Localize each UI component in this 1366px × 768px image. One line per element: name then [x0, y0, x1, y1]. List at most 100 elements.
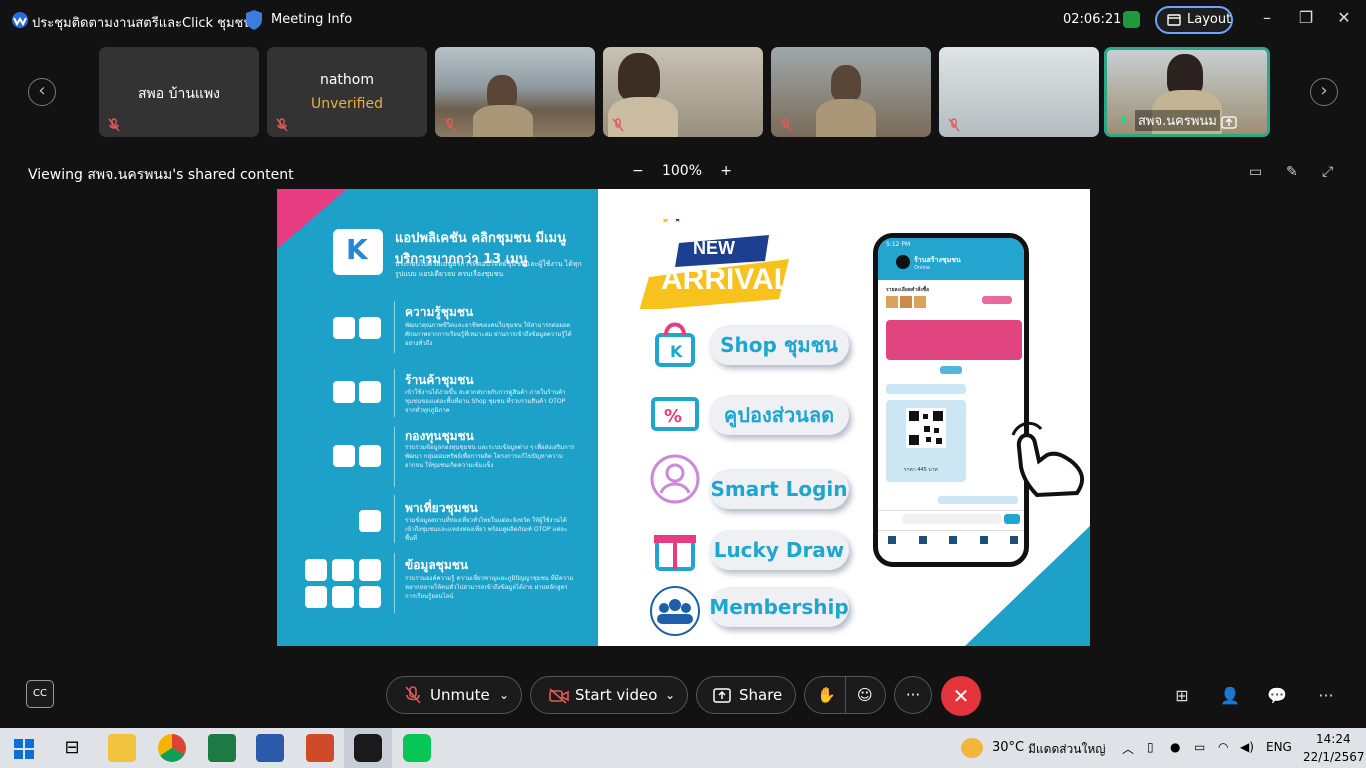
fund-icon — [333, 445, 355, 467]
blue-corner-decoration — [965, 526, 1090, 646]
divider — [394, 369, 395, 417]
fullscreen-icon[interactable]: ⤢ — [1322, 164, 1333, 180]
file-explorer-icon[interactable] — [108, 734, 136, 762]
participant-video-tile[interactable] — [771, 47, 931, 137]
shield-icon[interactable] — [244, 9, 264, 31]
annotate-icon[interactable]: ✎ — [1286, 164, 1298, 180]
restore-icon[interactable]: ❐ — [1294, 8, 1318, 27]
share-button[interactable]: Share — [696, 676, 796, 714]
chevron-down-icon[interactable]: ⌄ — [499, 677, 509, 713]
taskbar-time[interactable]: 14:24 — [1316, 732, 1351, 746]
participant-tile[interactable]: สพอ บ้านแพง — [99, 47, 259, 137]
more-panel-icon[interactable]: ··· — [1315, 686, 1337, 706]
muted-mic-icon — [405, 686, 421, 704]
nav-icon — [888, 536, 896, 544]
book-icon — [333, 317, 355, 339]
strip-prev-icon[interactable]: ‹ — [28, 78, 56, 106]
meeting-timer: 02:06:21 — [1063, 12, 1122, 27]
participant-video-tile[interactable] — [603, 47, 763, 137]
participant-tile[interactable]: nathom Unverified — [267, 47, 427, 137]
powerpoint-icon[interactable] — [306, 734, 334, 762]
captions-icon[interactable]: CC — [26, 680, 54, 708]
title-bar: ประชุมติดตามงานสตรีและClick ชุมชน Meetin… — [0, 0, 1366, 40]
taskbar-date[interactable]: 22/1/2567 — [1303, 750, 1365, 764]
phone-time: 5:12 PM — [886, 241, 911, 248]
battery-icon[interactable]: ▭ — [1194, 740, 1205, 754]
knowledge-icon — [359, 317, 381, 339]
connection-signal-icon[interactable] — [1123, 11, 1140, 28]
chat-input — [902, 514, 1002, 524]
layout-button[interactable]: Layout — [1155, 6, 1233, 34]
shop-bag-icon: K — [655, 322, 695, 367]
strip-next-icon[interactable]: › — [1310, 78, 1338, 106]
zoom-out-icon[interactable]: − — [632, 163, 644, 179]
weather-icon[interactable] — [961, 738, 983, 758]
muted-mic-icon — [612, 118, 624, 132]
minimize-icon[interactable]: – — [1255, 8, 1279, 27]
unmute-button[interactable]: Unmute ⌄ — [386, 676, 522, 714]
muted-mic-icon — [108, 118, 120, 132]
info-icon — [359, 559, 381, 581]
volume-icon[interactable]: ◀) — [1240, 740, 1254, 754]
participants-icon[interactable]: 👤 — [1219, 686, 1241, 706]
participant-video-tile[interactable] — [939, 47, 1099, 137]
webex-icon[interactable] — [354, 734, 382, 762]
divider — [394, 427, 395, 487]
feature-coupon: คูปองส่วนลด — [709, 395, 849, 435]
meeting-info-button[interactable]: Meeting Info — [271, 12, 352, 27]
raise-hand-icon[interactable]: ✋ — [817, 677, 836, 713]
tray-chevron-icon[interactable]: ︿ — [1122, 740, 1134, 757]
participant-video-tile[interactable] — [435, 47, 595, 137]
qr-card: ราคา 445 บาท — [886, 400, 966, 482]
reaction-emoji-icon[interactable]: ☺ — [857, 677, 873, 713]
windows-taskbar: ⊟ 30°C มีแดดส่วนใหญ่ ︿ ▯ ● ▭ ◠ ◀) ENG 14… — [0, 728, 1366, 768]
monitor-icon[interactable]: ▭ — [1249, 164, 1262, 180]
language-indicator[interactable]: ENG — [1266, 740, 1292, 754]
shop-icon — [333, 381, 355, 403]
tray-mic-icon[interactable]: ● — [1170, 740, 1180, 754]
divider — [394, 553, 395, 613]
close-icon[interactable]: ✕ — [1332, 8, 1356, 27]
chrome-icon[interactable] — [158, 734, 186, 762]
windows-start-icon[interactable] — [14, 739, 34, 759]
product-thumb — [914, 296, 926, 308]
weather-text[interactable]: มีแดดส่วนใหญ่ — [1028, 740, 1106, 759]
task-view-icon[interactable]: ⊟ — [58, 734, 86, 762]
svg-text:★: ★ — [674, 219, 681, 224]
excel-icon[interactable] — [208, 734, 236, 762]
wifi-icon[interactable]: ◠ — [1218, 740, 1228, 754]
feature-lucky-draw: Lucky Draw — [709, 530, 849, 570]
more-options-icon[interactable]: ··· — [894, 676, 932, 714]
info-icon — [332, 559, 354, 581]
reactions-group: ✋ ☺ — [804, 676, 886, 714]
info-icon — [332, 586, 354, 608]
membership-icon — [650, 586, 700, 636]
chevron-down-icon[interactable]: ⌄ — [665, 677, 675, 713]
word-icon[interactable] — [256, 734, 284, 762]
zoom-in-icon[interactable]: + — [720, 163, 732, 179]
active-speaker-tile[interactable]: สพจ.นครพนม — [1104, 47, 1270, 137]
tray-device-icon[interactable]: ▯ — [1147, 740, 1154, 754]
leave-meeting-button[interactable]: ✕ — [941, 676, 981, 716]
meeting-title: ประชุมติดตามงานสตรีและClick ชุมชน — [32, 16, 253, 31]
info-icon — [305, 559, 327, 581]
muted-mic-icon — [948, 118, 960, 132]
location-pin-icon — [359, 510, 381, 532]
line-icon[interactable] — [403, 734, 431, 762]
feature-shop: Shop ชุมชน — [709, 325, 849, 365]
chat-icon[interactable]: 💬 — [1266, 686, 1288, 706]
muted-mic-icon — [276, 118, 288, 132]
start-video-button[interactable]: Start video ⌄ — [530, 676, 688, 714]
divider — [394, 495, 395, 543]
feature-membership: Membership — [709, 587, 849, 627]
temperature[interactable]: 30°C — [992, 740, 1024, 755]
unverified-badge: Unverified — [311, 96, 383, 112]
muted-mic-icon — [444, 118, 456, 132]
participant-name: nathom — [319, 72, 375, 88]
divider — [394, 301, 395, 353]
coupon-icon: % — [651, 397, 699, 431]
phone-order-detail: รายละเอียดคำสั่งซื้อ — [886, 287, 930, 293]
chat-bubble — [886, 384, 966, 394]
apps-icon[interactable]: ⊞ — [1171, 686, 1193, 706]
participant-figure — [816, 99, 876, 137]
